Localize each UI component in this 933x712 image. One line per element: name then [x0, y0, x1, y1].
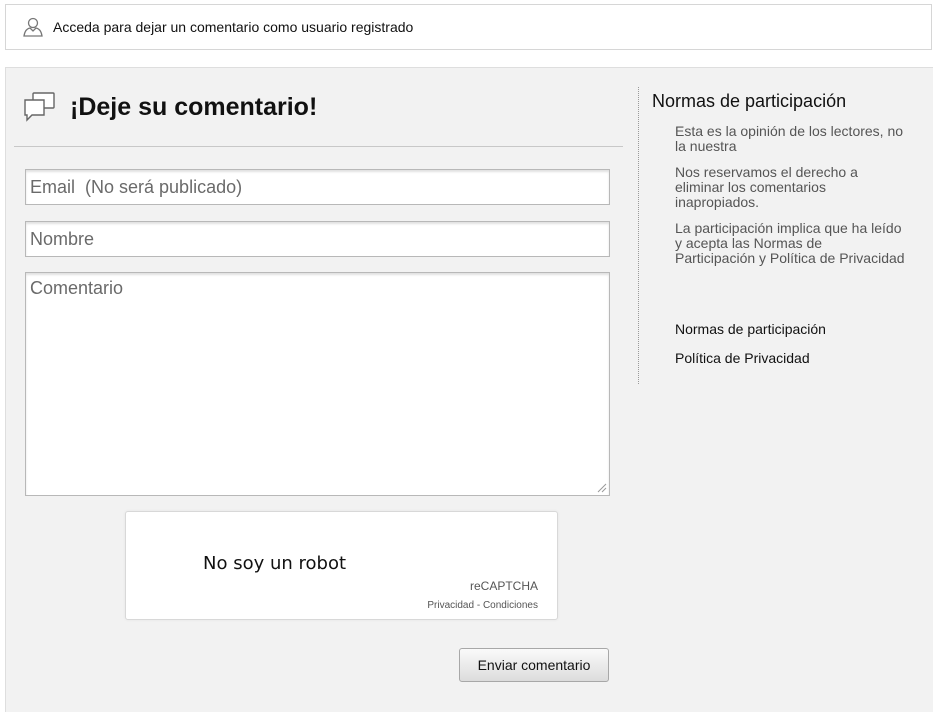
login-prompt-link[interactable]: Acceda para dejar un comentario como usu…	[53, 19, 413, 35]
participation-rules-sidebar: Normas de participación Esta es la opini…	[638, 87, 929, 384]
page-title: ¡Deje su comentario!	[70, 92, 318, 121]
speech-bubbles-icon	[22, 90, 56, 124]
user-icon	[22, 16, 44, 38]
name-field[interactable]	[25, 221, 610, 257]
sidebar-title: Normas de participación	[652, 91, 847, 111]
recaptcha-label[interactable]: No soy un robot	[203, 553, 346, 574]
rule-item: Esta es la opinión de los lectores, no l…	[675, 123, 904, 154]
participation-rules-link[interactable]: Normas de participación	[675, 321, 826, 337]
rule-item: La participación implica que ha leído y …	[675, 220, 905, 266]
recaptcha-brand: reCAPTCHA	[469, 579, 538, 593]
recaptcha-widget[interactable]: No soy un robot reCAPTCHA Privacidad - C…	[125, 511, 558, 620]
recaptcha-links: Privacidad - Condiciones	[427, 600, 538, 611]
recaptcha-privacy-link[interactable]: Privacidad	[427, 600, 474, 611]
divider	[14, 146, 623, 147]
comment-heading: ¡Deje su comentario!	[22, 90, 317, 124]
comment-textarea[interactable]	[25, 272, 610, 496]
email-field[interactable]	[25, 169, 610, 205]
privacy-policy-link[interactable]: Política de Privacidad	[675, 350, 810, 366]
recaptcha-separator: -	[474, 600, 483, 611]
submit-comment-button[interactable]: Enviar comentario	[459, 648, 609, 682]
rule-item: Nos reservamos el derecho a eliminar los…	[675, 164, 858, 210]
login-bar[interactable]: Acceda para dejar un comentario como usu…	[5, 4, 932, 50]
rules-list: Esta es la opinión de los lectores, no l…	[675, 124, 905, 277]
comment-panel: ¡Deje su comentario! No soy un robot reC…	[5, 67, 933, 712]
recaptcha-terms-link[interactable]: Condiciones	[483, 600, 538, 611]
